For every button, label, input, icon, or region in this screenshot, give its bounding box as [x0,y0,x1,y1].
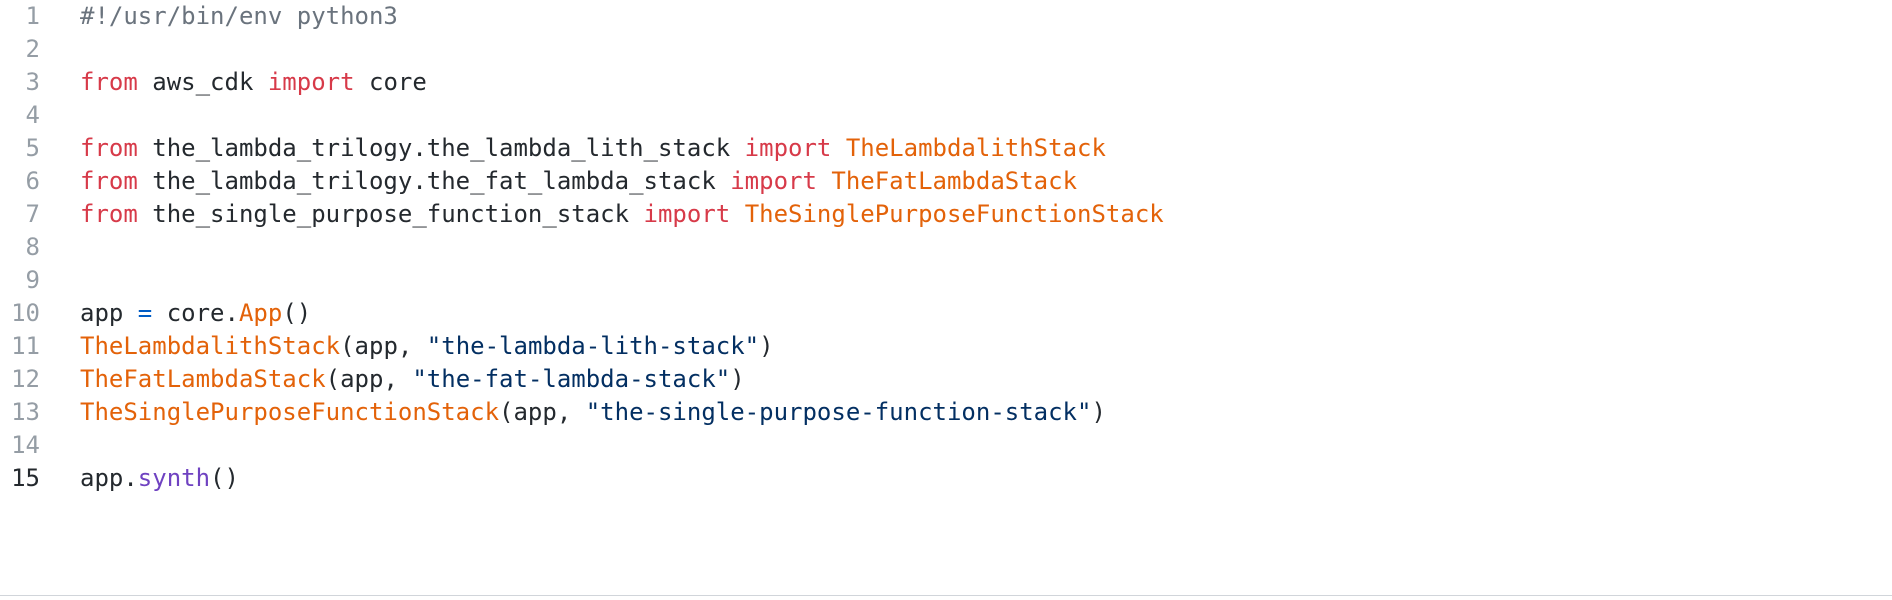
code-token: core. [152,299,239,327]
code-token: (app, [325,365,413,393]
code-token: from [80,134,138,162]
line-number[interactable]: 6 [0,167,40,195]
code-token: TheFatLambdaStack [80,365,326,393]
code-token: App [238,299,283,327]
code-token: import [744,134,832,162]
line-number[interactable]: 15 [0,464,40,492]
line-number[interactable]: 13 [0,398,40,426]
code-token: TheFatLambdaStack [831,167,1078,195]
code-token: core [354,68,427,96]
code-token: (app, [340,332,427,360]
line-number[interactable]: 2 [0,35,40,63]
code-token: "the-single-purpose-function-stack" [585,398,1092,426]
code-token: the_lambda_trilogy.the_lambda_lith_stack [137,134,745,162]
code-token: TheSinglePurposeFunctionStack [744,200,1164,228]
code-token: TheLambdalithStack [80,332,341,360]
line-number[interactable]: 1 [0,2,40,30]
line-number[interactable]: 7 [0,200,40,228]
code-token: from [80,68,138,96]
line-number[interactable]: 14 [0,431,40,459]
code-token: app. [80,464,138,492]
line-number[interactable]: 8 [0,233,40,261]
code-token: synth [137,464,211,492]
code-token: aws_cdk [137,68,268,96]
code-editor[interactable]: 1 #!/usr/bin/env python3 2 3 from aws_cdk im… [0,0,1892,596]
code-token: TheLambdalithStack [845,134,1106,162]
code-token: from [80,200,138,228]
line-content: app. synth() [80,458,239,498]
code-token: import [267,68,355,96]
line-number[interactable]: 12 [0,365,40,393]
code-token: the_lambda_trilogy.the_fat_lambda_stack [137,167,731,195]
code-line[interactable]: 15 app. synth() [0,458,1892,498]
line-number[interactable]: 9 [0,266,40,294]
code-token: "the-lambda-lith-stack" [426,332,760,360]
editor-bottom-border [0,595,1892,596]
code-token: #!/usr/bin/env python3 [80,2,398,30]
code-token: import [643,200,731,228]
code-token: ) [1091,398,1106,426]
code-token: import [730,167,817,195]
code-token: TheSinglePurposeFunctionStack [80,398,500,426]
line-number[interactable]: 4 [0,101,40,129]
code-token: the_single_purpose_function_stack [137,200,644,228]
code-token: ) [759,332,774,360]
code-token: () [282,299,312,327]
code-token: = [137,299,153,327]
code-token: app [80,299,138,327]
code-token: from [80,167,138,195]
line-number[interactable]: 5 [0,134,40,162]
line-number[interactable]: 10 [0,299,40,327]
line-number[interactable]: 3 [0,68,40,96]
code-token: () [210,464,239,492]
code-token: (app, [499,398,586,426]
code-token: "the-fat-lambda-stack" [412,365,731,393]
code-token: ) [730,365,745,393]
line-number[interactable]: 11 [0,332,40,360]
